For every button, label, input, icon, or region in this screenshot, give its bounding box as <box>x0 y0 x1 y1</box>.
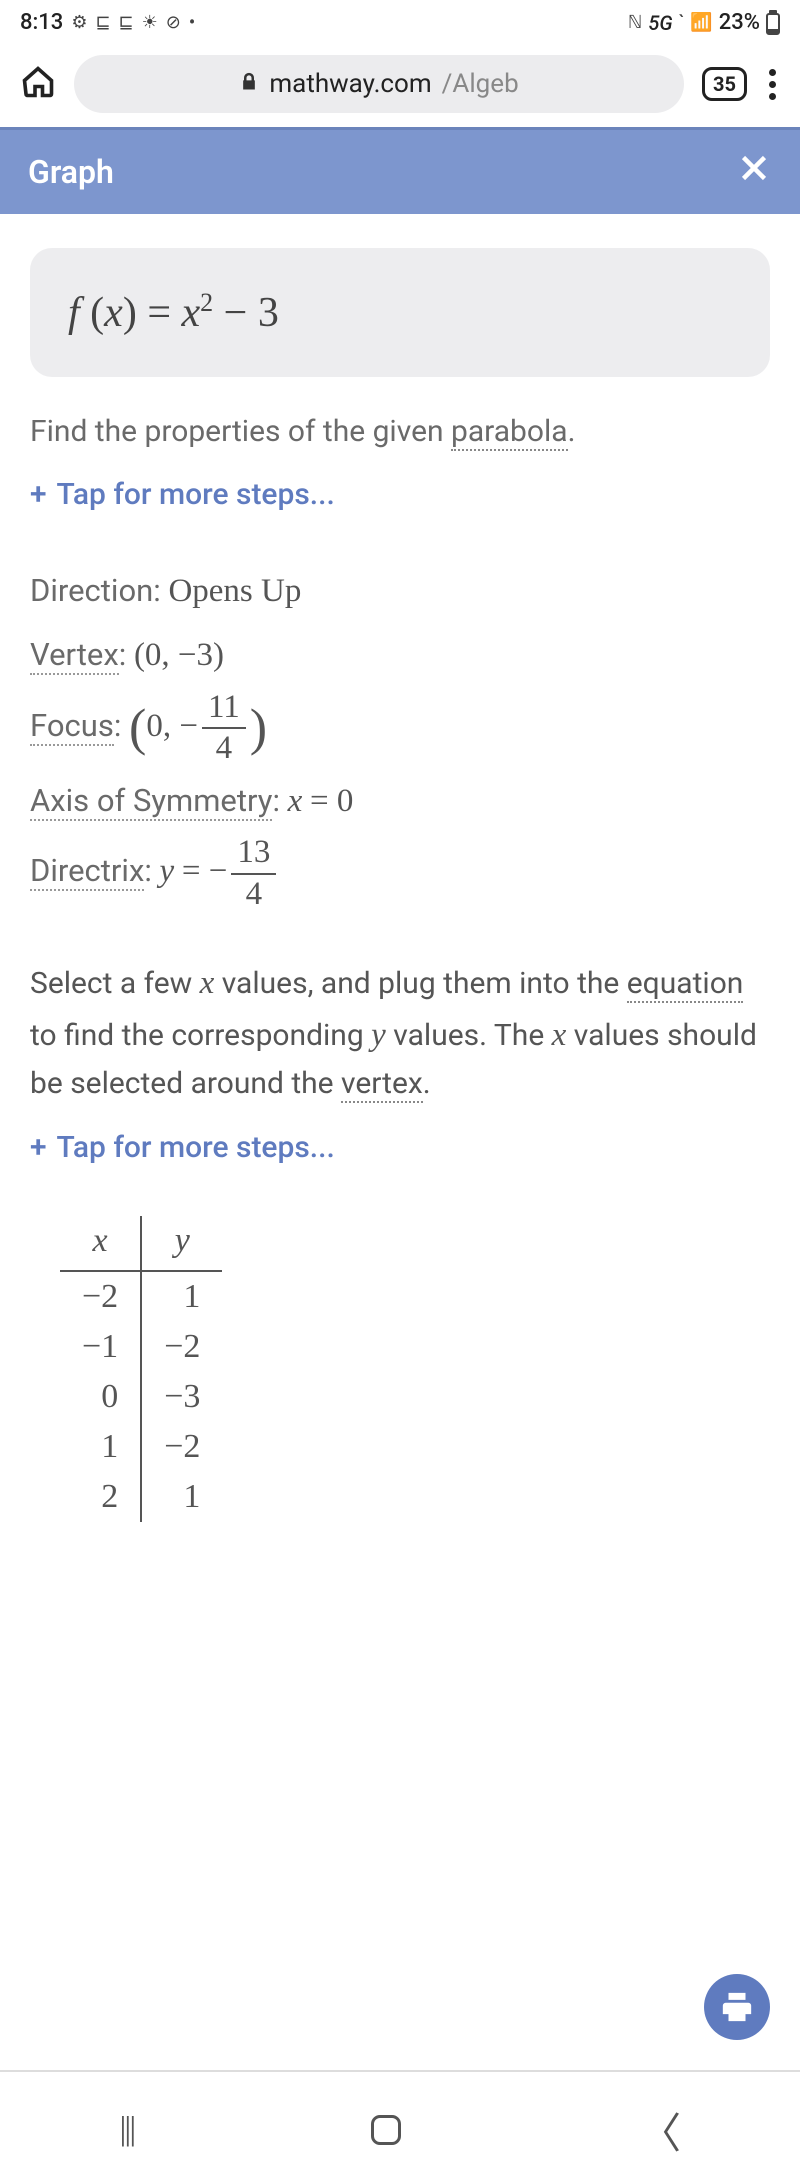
col-x: x <box>60 1216 141 1271</box>
xy-table: x y −21 −1−2 0−3 1−2 21 <box>60 1216 222 1522</box>
brightness-icon: ☀ <box>142 12 158 33</box>
table-row: 1−2 <box>60 1422 222 1472</box>
address-bar[interactable]: mathway.com/Algeb <box>74 55 684 113</box>
home-button[interactable] <box>371 2115 401 2145</box>
status-left: 8:13 ⚙ ⊑ ⊑ ☀ ⊘ • <box>20 10 195 35</box>
lock-icon <box>239 69 259 99</box>
intro-prefix: Find the properties of the given <box>30 414 451 449</box>
browser-toolbar: mathway.com/Algeb 35 <box>0 43 800 127</box>
table-row: 21 <box>60 1472 222 1522</box>
close-icon[interactable] <box>736 150 772 194</box>
parabola-link[interactable]: parabola <box>451 414 568 451</box>
table-row: −1−2 <box>60 1322 222 1372</box>
vpn-icon: ⚙ <box>71 12 87 33</box>
focus-num: 11 <box>202 688 246 730</box>
notif-icon-2: ⊑ <box>119 12 134 33</box>
page-title: Graph <box>28 153 114 191</box>
system-nav-bar: ||| 〈 <box>0 2080 800 2180</box>
prop-axis: Axis of Symmetry: x = 0 <box>30 769 770 833</box>
url-domain: mathway.com <box>269 69 431 99</box>
tap-more-label: Tap for more steps... <box>57 1125 335 1172</box>
network-type: 5G <box>648 11 672 35</box>
tap-more-2[interactable]: + Tap for more steps... <box>30 1107 770 1172</box>
focus-den: 4 <box>202 729 246 769</box>
print-button[interactable] <box>704 1974 770 2040</box>
tap-more-1[interactable]: + Tap for more steps... <box>30 454 770 517</box>
backtick-icon: ` <box>679 12 685 33</box>
home-icon[interactable] <box>20 64 56 104</box>
clock-time: 8:13 <box>20 10 63 35</box>
status-right: ℕ 5G ` 📶 23% <box>628 10 780 35</box>
nfc-icon: ℕ <box>628 12 642 33</box>
intro-suffix: . <box>568 414 576 449</box>
plus-icon: + <box>30 1125 47 1172</box>
direction-value: Opens Up <box>168 573 301 609</box>
prop-vertex: Vertex: (0, −3) <box>30 623 770 687</box>
vertex-link[interactable]: vertex <box>341 1066 423 1103</box>
back-button[interactable]: 〈 <box>639 2100 681 2161</box>
dot-icon: • <box>189 12 195 33</box>
prop-direction: Direction: Opens Up <box>30 559 770 623</box>
vertex-label[interactable]: Vertex <box>30 636 119 675</box>
direction-label: Direction <box>30 572 153 609</box>
more-menu-icon[interactable] <box>765 69 780 100</box>
directrix-num: 13 <box>231 833 276 875</box>
directrix-den: 4 <box>231 875 276 915</box>
tap-more-label: Tap for more steps... <box>57 472 335 517</box>
graph-header: Graph <box>0 127 800 214</box>
intro-section: Find the properties of the given parabol… <box>0 377 800 517</box>
notif-icon-1: ⊑ <box>95 12 110 33</box>
focus-label[interactable]: Focus <box>30 707 114 746</box>
signal-icon: 📶 <box>690 12 712 33</box>
content-area: f (x) = x2 − 3 <box>0 214 800 377</box>
tab-count-badge[interactable]: 35 <box>702 67 747 101</box>
table-header-row: x y <box>60 1216 222 1271</box>
properties-list: Direction: Opens Up Vertex: (0, −3) Focu… <box>0 517 800 914</box>
recent-apps-button[interactable]: ||| <box>119 2109 134 2151</box>
equation-link[interactable]: equation <box>627 966 744 1003</box>
prop-focus: Focus: (0, −114) <box>30 688 770 769</box>
vertex-value: (0, −3) <box>134 637 224 673</box>
directrix-label[interactable]: Directrix <box>30 852 144 891</box>
axis-label[interactable]: Axis of Symmetry <box>30 782 272 821</box>
dnd-icon: ⊘ <box>166 12 181 33</box>
equation-box[interactable]: f (x) = x2 − 3 <box>30 248 770 377</box>
status-bar: 8:13 ⚙ ⊑ ⊑ ☀ ⊘ • ℕ 5G ` 📶 23% <box>0 0 800 43</box>
prop-directrix: Directrix: y = −134 <box>30 833 770 914</box>
url-path: /Algeb <box>442 69 519 99</box>
bottom-separator <box>0 2070 800 2072</box>
xy-table-wrap: x y −21 −1−2 0−3 1−2 21 <box>0 1172 800 1522</box>
table-row: 0−3 <box>60 1372 222 1422</box>
battery-percent: 23% <box>719 10 760 35</box>
table-row: −21 <box>60 1271 222 1322</box>
instruction-text: Select a few x values, and plug them int… <box>0 914 800 1171</box>
plus-icon: + <box>30 472 47 517</box>
col-y: y <box>141 1216 222 1271</box>
printer-icon <box>720 1990 754 2024</box>
battery-icon <box>766 10 780 35</box>
